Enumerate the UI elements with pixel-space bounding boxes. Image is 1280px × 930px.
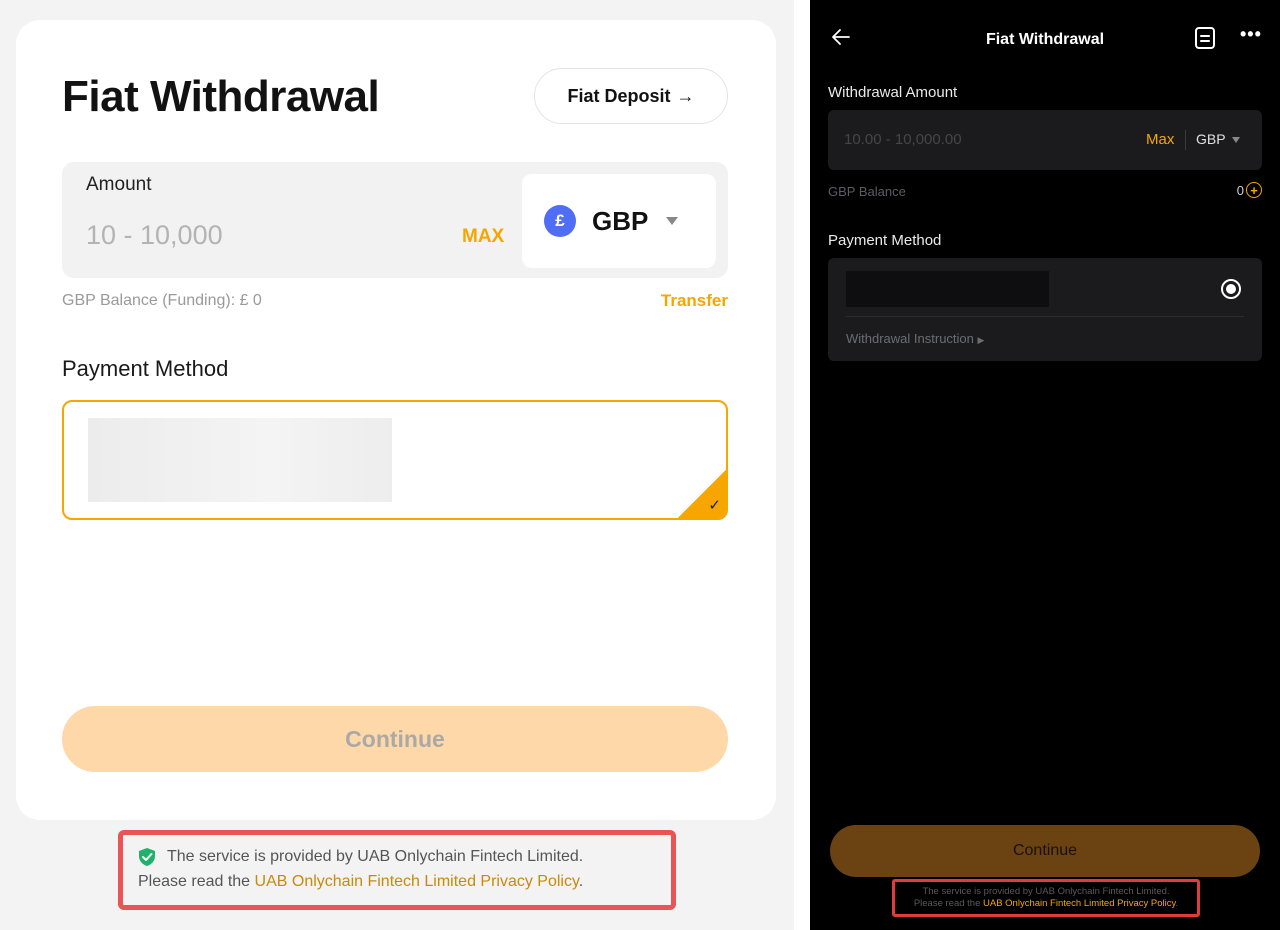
document-icon[interactable] [1194,26,1216,50]
withdrawal-instruction-label: Withdrawal Instruction [846,331,974,346]
mobile-service-provider-text: The service is provided by UAB Onlychain… [922,886,1170,897]
mobile-view: Fiat Withdrawal ••• Withdrawal Amount 10… [810,0,1280,930]
add-circle-icon[interactable]: + [1246,182,1262,198]
more-icon[interactable]: ••• [1240,24,1262,45]
privacy-prefix: Please read the [138,873,255,890]
page-title: Fiat Withdrawal [62,72,380,121]
fiat-deposit-label: Fiat Deposit [567,85,671,106]
amount-field[interactable]: Amount 10 - 10,000 MAX £ GBP [62,162,728,278]
pound-currency-icon: £ [544,205,576,237]
withdrawal-card: Fiat Withdrawal Fiat Deposit → Amount 10… [16,20,776,820]
mobile-balance-label: GBP Balance [828,184,906,199]
mobile-currency-select[interactable]: GBP [1196,131,1226,147]
max-button[interactable]: MAX [462,226,504,248]
withdrawal-instruction-link[interactable]: Withdrawal Instruction ▶ [846,331,984,346]
payment-method-title: Payment Method [62,356,229,381]
mobile-max-button[interactable]: Max [1146,131,1174,148]
withdrawal-amount-label: Withdrawal Amount [828,84,958,101]
caret-down-icon [1232,137,1240,143]
mobile-balance-value: 0 [1236,183,1244,198]
continue-button[interactable]: Continue [62,706,728,772]
currency-select[interactable]: £ GBP [522,174,716,268]
amount-input[interactable]: 10 - 10,000 [86,220,223,251]
arrow-right-icon: → [676,85,695,106]
mobile-payment-method-title: Payment Method [828,232,942,249]
mobile-amount-input[interactable]: 10.00 - 10,000.00 [844,131,962,148]
caret-down-icon [666,217,679,225]
funding-balance: GBP Balance (Funding): £ 0 [62,292,262,309]
web-view: Fiat Withdrawal Fiat Deposit → Amount 10… [0,0,794,930]
mobile-amount-field[interactable]: 10.00 - 10,000.00 Max GBP [828,110,1262,170]
mobile-continue-button[interactable]: Continue [830,825,1260,877]
transfer-link[interactable]: Transfer [661,291,728,311]
service-notice: The service is provided by UAB Onlychain… [118,830,676,910]
service-provider-text: The service is provided by UAB Onlychain… [167,848,584,865]
mobile-service-notice: The service is provided by UAB Onlychain… [892,879,1200,917]
divider [846,316,1244,317]
mobile-privacy-suffix: . [1175,898,1179,909]
fiat-deposit-button[interactable]: Fiat Deposit → [534,68,728,124]
caret-right-icon: ▶ [977,335,985,345]
shield-check-icon [139,848,155,866]
mobile-privacy-prefix: Please read the [913,898,983,909]
amount-label: Amount [86,174,152,195]
redacted-payment-details [846,271,1049,307]
mobile-payment-method-card[interactable]: Withdrawal Instruction ▶ [828,258,1262,361]
mobile-privacy-policy-link[interactable]: UAB Onlychain Fintech Limited Privacy Po… [983,898,1176,909]
field-separator [1185,130,1186,150]
payment-method-card[interactable]: ✓ [62,400,728,520]
checkmark-icon: ✓ [708,497,721,514]
privacy-policy-link[interactable]: UAB Onlychain Fintech Limited Privacy Po… [255,873,579,890]
redacted-payment-details [88,418,392,502]
radio-selected-icon[interactable] [1221,279,1241,299]
currency-code: GBP [592,205,649,236]
privacy-suffix: . [578,873,584,890]
